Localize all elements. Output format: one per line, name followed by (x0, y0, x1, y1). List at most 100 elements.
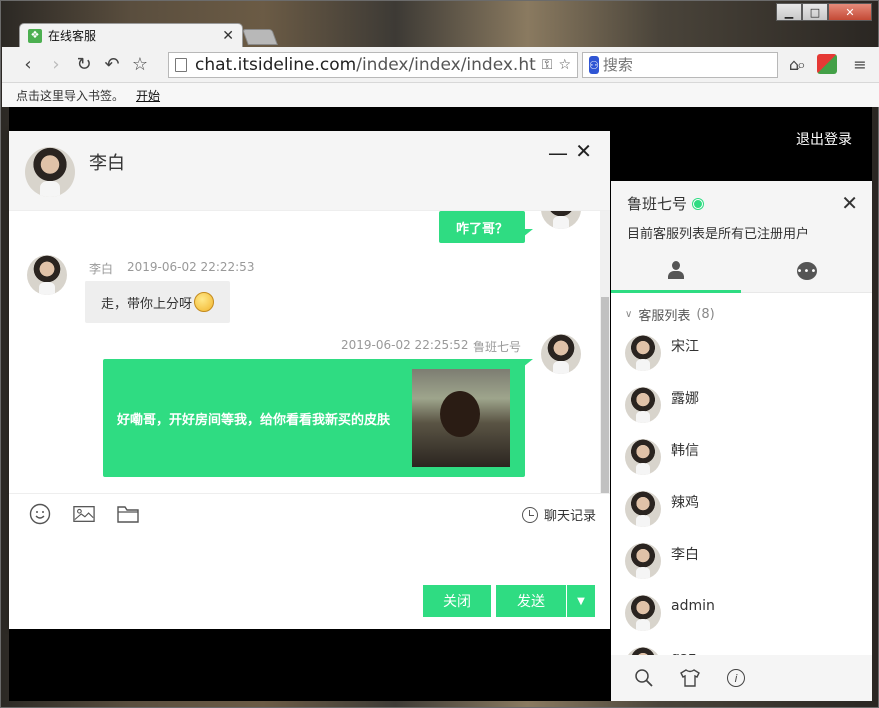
reload-icon[interactable]: ↻ (70, 51, 98, 79)
window-controls: ▁ □ ✕ (776, 3, 872, 21)
bookmarks-bar: 点击这里导入书签。 开始 (2, 83, 879, 107)
chat-header: 李白 — ✕ (9, 131, 610, 211)
user-list[interactable]: 宋江 露娜 韩信 辣鸡 李白 admin (611, 327, 872, 655)
minimize-window-button[interactable]: ▁ (776, 3, 802, 21)
chevron-down-icon: ∨ (625, 309, 633, 320)
extension-icon[interactable] (817, 54, 837, 74)
group-header[interactable]: ∨ 客服列表 (8) (625, 305, 715, 324)
browser-toolbar: ‹ › ↻ ↶ ☆ chat.itsideline.com/index/inde… (2, 47, 879, 83)
chat-bubble-icon: ••• (797, 262, 817, 280)
tab-conversations[interactable]: ••• (742, 249, 872, 293)
search-icon[interactable] (633, 667, 655, 689)
search-input[interactable] (602, 56, 797, 74)
tab-close-icon[interactable]: ✕ (222, 28, 234, 44)
clock-icon (521, 506, 538, 523)
search-engine-icon[interactable]: ⚇ (589, 56, 599, 74)
address-bar[interactable]: chat.itsideline.com/index/index/index.ht… (168, 52, 578, 78)
chat-window: 李白 — ✕ 咋了哥？ 李白 2019-06-02 22:22:53 走，带你上… (9, 131, 610, 629)
maximize-window-button[interactable]: □ (802, 3, 828, 21)
forward-arrow-icon[interactable]: › (42, 51, 70, 79)
message-bubble-outgoing: 咋了哥？ (439, 211, 525, 243)
page-icon (175, 58, 187, 72)
panel-description: 目前客服列表是所有已注册用户 (627, 227, 810, 242)
message-text: 走，带你上分呀 (101, 296, 193, 312)
new-tab-button[interactable] (242, 29, 278, 45)
tab-title: 在线客服 (48, 29, 97, 43)
user-name: admin (671, 598, 715, 614)
send-options-dropdown[interactable]: ▼ (567, 585, 595, 617)
list-item[interactable]: 李白 (625, 535, 865, 587)
list-item[interactable]: 露娜 (625, 379, 865, 431)
close-chat-icon[interactable]: ✕ (575, 139, 592, 163)
back-arrow-icon[interactable]: ‹ (14, 51, 42, 79)
close-button[interactable]: 关闭 (423, 585, 491, 617)
list-item[interactable]: 韩信 (625, 431, 865, 483)
user-avatar (625, 491, 661, 527)
message-photo[interactable] (412, 369, 510, 467)
basket-icon[interactable]: ⌂ (783, 53, 805, 75)
emoji-picker-icon[interactable] (29, 503, 51, 525)
bookmarks-start-link[interactable]: 开始 (136, 87, 160, 104)
group-count: (8) (696, 307, 715, 322)
browser-tab-active[interactable]: ❖ 在线客服 ✕ (19, 23, 243, 47)
send-button[interactable]: 发送 (496, 585, 566, 617)
user-avatar (625, 595, 661, 631)
person-icon (667, 260, 685, 279)
list-item[interactable]: 宋江 (625, 327, 865, 379)
bubble-tail (523, 229, 533, 237)
info-circle: i (727, 669, 745, 687)
page-content: 退出登录 李白 — ✕ 咋了哥？ 李白 2019-06-02 22:22:53 (9, 107, 872, 701)
my-avatar (541, 334, 581, 374)
bubble-tail (523, 359, 533, 367)
url-path: /index/index/index.html (356, 55, 536, 75)
message-scrollbar[interactable] (600, 211, 610, 493)
favorite-star-icon[interactable]: ☆ (558, 57, 571, 73)
info-icon[interactable]: i (725, 667, 747, 689)
user-name: 辣鸡 (671, 495, 699, 511)
chat-history-button[interactable]: 聊天记录 (521, 505, 596, 524)
toolbar-icons: ⌂ ≡ (783, 53, 871, 75)
url-host: chat.itsideline.com (195, 55, 357, 75)
panel-tabs: ••• (611, 249, 872, 293)
user-name: 韩信 (671, 443, 699, 459)
file-folder-icon[interactable] (117, 503, 139, 525)
url-text[interactable]: chat.itsideline.com/index/index/index.ht… (195, 55, 536, 75)
message-bubble-outgoing-image: 好嘞哥，开好房间等我，给你看看我新买的皮肤 (103, 359, 525, 477)
tab-favicon-icon: ❖ (28, 28, 42, 43)
sender-avatar (27, 255, 67, 295)
shirt-skin-icon[interactable] (679, 667, 701, 689)
image-upload-icon[interactable] (73, 503, 95, 525)
list-item[interactable]: admin (625, 587, 865, 639)
bookmarks-hint: 点击这里导入书签。 (16, 88, 125, 103)
close-window-button[interactable]: ✕ (828, 3, 872, 21)
user-name: 露娜 (671, 391, 699, 407)
list-item[interactable]: gaz (625, 639, 865, 655)
key-icon[interactable]: ⚿ (542, 57, 553, 73)
title-bar: ❖ 在线客服 ✕ ▁ □ ✕ (1, 1, 878, 47)
star-bookmark-icon[interactable]: ☆ (126, 51, 154, 79)
online-status-dot (693, 198, 704, 209)
message-sender: 李白 (89, 262, 114, 276)
user-avatar (625, 647, 661, 655)
scrollbar-thumb[interactable] (601, 297, 609, 493)
list-item[interactable]: 辣鸡 (625, 483, 865, 535)
panel-footer: i (611, 655, 872, 701)
user-avatar (625, 387, 661, 423)
tab-contacts[interactable] (611, 249, 741, 293)
emoji-icon (194, 292, 215, 312)
menu-icon[interactable]: ≡ (849, 53, 871, 75)
message-text: 好嘞哥，开好房间等我，给你看看我新买的皮肤 (117, 413, 391, 428)
message-list[interactable]: 咋了哥？ 李白 2019-06-02 22:22:53 走，带你上分呀 2019… (9, 211, 610, 493)
logout-link[interactable]: 退出登录 (796, 129, 852, 149)
user-name: 李白 (671, 547, 699, 563)
minimize-chat-icon[interactable]: — (548, 141, 568, 165)
user-avatar (625, 335, 661, 371)
contact-name: 李白 (89, 153, 125, 174)
message-time: 2019-06-02 22:22:53 (127, 260, 255, 274)
chat-history-label: 聊天记录 (543, 509, 596, 524)
close-panel-icon[interactable]: ✕ (841, 191, 858, 215)
contacts-panel: 鲁班七号 ✕ 目前客服列表是所有已注册用户 ••• ∨ 客服列表 (8) 宋江 … (611, 181, 872, 701)
message-bubble-incoming: 走，带你上分呀 (85, 281, 231, 323)
search-bar[interactable]: ⚇ ⌕ (582, 52, 806, 78)
undo-icon[interactable]: ↶ (98, 51, 126, 79)
